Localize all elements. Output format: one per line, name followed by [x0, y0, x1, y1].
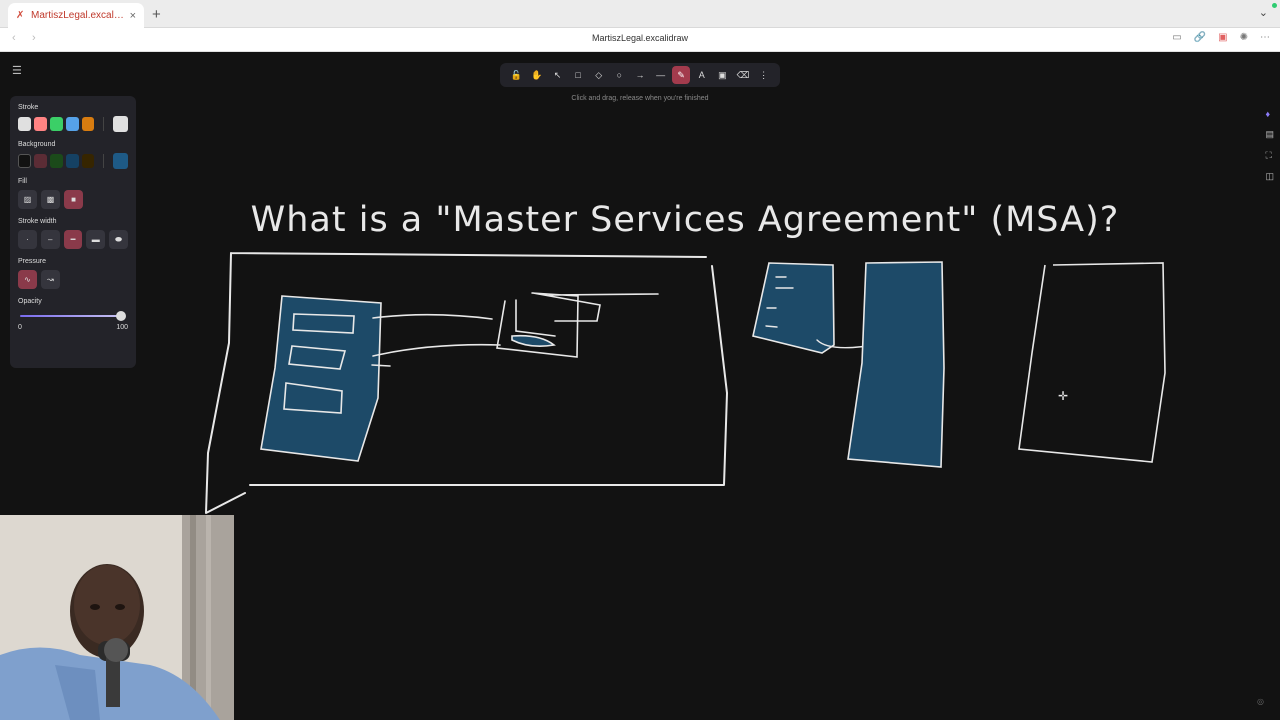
- opacity-slider[interactable]: [18, 311, 128, 321]
- background-swatch[interactable]: [65, 154, 79, 168]
- save-icon[interactable]: ▣: [1218, 32, 1227, 43]
- stroke-width-thin-button[interactable]: ·: [18, 230, 37, 249]
- hand-icon[interactable]: ✋: [528, 66, 546, 84]
- stroke-swatch[interactable]: [81, 117, 95, 131]
- pressure-off-button[interactable]: ↝: [41, 270, 60, 289]
- ellipse-icon[interactable]: ○: [610, 66, 628, 84]
- tab-title: MartiszLegal.excalid...: [31, 10, 126, 21]
- link-icon[interactable]: 🔗: [1194, 32, 1206, 43]
- background-swatches: [18, 153, 128, 169]
- tall-document-shape[interactable]: [847, 261, 945, 468]
- excalidraw-favicon-icon: ✗: [16, 10, 25, 21]
- stroke-current-color[interactable]: [113, 116, 129, 132]
- background-swatch[interactable]: [49, 154, 63, 168]
- stroke-swatches: [18, 116, 129, 132]
- tab-bar: ✗ MartiszLegal.excalid... × + ⌄: [0, 0, 1280, 28]
- diamond-icon[interactable]: ◇: [590, 66, 608, 84]
- fullscreen-icon[interactable]: ⛶: [1265, 150, 1274, 161]
- stroke-width-thinner-button[interactable]: –: [40, 230, 60, 249]
- fill-label: Fill: [18, 178, 27, 185]
- eraser-icon[interactable]: ⌫: [734, 66, 752, 84]
- window-title: MartiszLegal.excalidraw: [591, 33, 689, 43]
- help-icon[interactable]: ◎: [1257, 697, 1264, 706]
- right-side-icons: ♦ ▤ ⛶ ◫: [1265, 109, 1274, 182]
- rectangle-icon[interactable]: □: [569, 66, 587, 84]
- background-current-color[interactable]: [113, 153, 128, 169]
- main-menu-button[interactable]: ☰: [12, 65, 26, 77]
- pressure-label: Pressure: [18, 258, 47, 265]
- stroke-label: Stroke: [18, 104, 39, 111]
- shape-toolbar: 🔓 ✋ ↖ □ ◇ ○ → — ✎ A ▣ ⌫ ⋮: [500, 63, 780, 87]
- browser-tab[interactable]: ✗ MartiszLegal.excalid... ×: [8, 3, 144, 28]
- fill-solid-button[interactable]: ■: [64, 190, 83, 209]
- more-tools-icon[interactable]: ⋮: [755, 66, 773, 84]
- properties-panel: Stroke Background Fill ▨ ▩ ■ Stroke widt…: [10, 96, 136, 368]
- background-label: Background: [18, 141, 56, 148]
- draw-icon[interactable]: ✎: [672, 66, 691, 84]
- background-swatch[interactable]: [34, 154, 47, 168]
- opacity-knob[interactable]: [116, 311, 126, 321]
- presenter-video: [0, 515, 234, 720]
- opacity-range: 0 100: [18, 324, 128, 331]
- opacity-label: Opacity: [18, 298, 42, 305]
- stroke-swatch[interactable]: [49, 117, 63, 131]
- tab-close-icon[interactable]: ×: [130, 10, 136, 22]
- background-swatch[interactable]: [81, 154, 95, 168]
- canvas-title[interactable]: What is a "Master Services Agreement" (M…: [251, 200, 1120, 240]
- address-bar: ‹ › MartiszLegal.excalidraw ▭ 🔗 ▣ ✺ ⋯: [0, 28, 1280, 52]
- stroke-swatch[interactable]: [18, 117, 31, 131]
- sow-document-shape[interactable]: [752, 262, 835, 354]
- screen-icon[interactable]: ▭: [1172, 32, 1181, 43]
- extension-icon[interactable]: ✺: [1240, 32, 1248, 43]
- stroke-width-options: · – ━ ▬ ⬬: [18, 230, 128, 249]
- selection-icon[interactable]: ↖: [549, 66, 567, 84]
- fill-hachure-button[interactable]: ▨: [18, 190, 37, 209]
- new-tab-button[interactable]: +: [152, 6, 161, 23]
- opacity-max: 100: [116, 324, 128, 331]
- chevron-down-icon[interactable]: ⌄: [1259, 6, 1268, 19]
- stroke-width-bold-button[interactable]: ▬: [86, 230, 106, 249]
- webcam-overlay: [0, 515, 234, 720]
- document-shape[interactable]: [260, 295, 382, 462]
- connector-top[interactable]: [372, 313, 493, 320]
- background-swatch[interactable]: [18, 154, 32, 168]
- more-icon[interactable]: ⋯: [1260, 32, 1270, 43]
- small-doc-shape[interactable]: [496, 292, 659, 358]
- stroke-width-medium-button[interactable]: ━: [63, 230, 83, 249]
- line-icon[interactable]: —: [652, 66, 670, 84]
- opacity-track[interactable]: [20, 315, 122, 317]
- fill-crosshatch-button[interactable]: ▩: [41, 190, 60, 209]
- crosshair-cursor-icon: ✛: [1058, 389, 1068, 403]
- opacity-min: 0: [18, 324, 22, 331]
- stroke-width-extra-bold-button[interactable]: ⬬: [109, 230, 128, 249]
- address-bar-actions: ▭ 🔗 ▣ ✺ ⋯: [1172, 32, 1270, 43]
- arrow-icon[interactable]: →: [631, 66, 649, 84]
- connector-bottom[interactable]: [371, 343, 501, 367]
- lock-icon[interactable]: 🔓: [507, 66, 525, 84]
- image-icon[interactable]: ▣: [713, 66, 731, 84]
- status-dot-icon: [1272, 3, 1277, 8]
- fill-options: ▨ ▩ ■: [18, 190, 128, 209]
- pressure-options: ∿ ↝: [18, 270, 128, 289]
- text-icon[interactable]: A: [693, 66, 711, 84]
- stroke-swatch[interactable]: [33, 117, 47, 131]
- sidebar-icon[interactable]: ◫: [1265, 171, 1274, 182]
- swatch-divider: [103, 154, 105, 168]
- empty-box[interactable]: [1018, 262, 1166, 463]
- stroke-swatch[interactable]: [65, 117, 79, 131]
- stroke-width-label: Stroke width: [18, 218, 57, 225]
- library-icon[interactable]: ▤: [1265, 129, 1274, 140]
- ai-icon[interactable]: ♦: [1265, 109, 1274, 119]
- tool-hint: Click and drag, release when you're fini…: [571, 95, 709, 102]
- pressure-on-button[interactable]: ∿: [18, 270, 37, 289]
- swatch-divider: [103, 117, 105, 131]
- small-doc-oval[interactable]: [511, 334, 556, 347]
